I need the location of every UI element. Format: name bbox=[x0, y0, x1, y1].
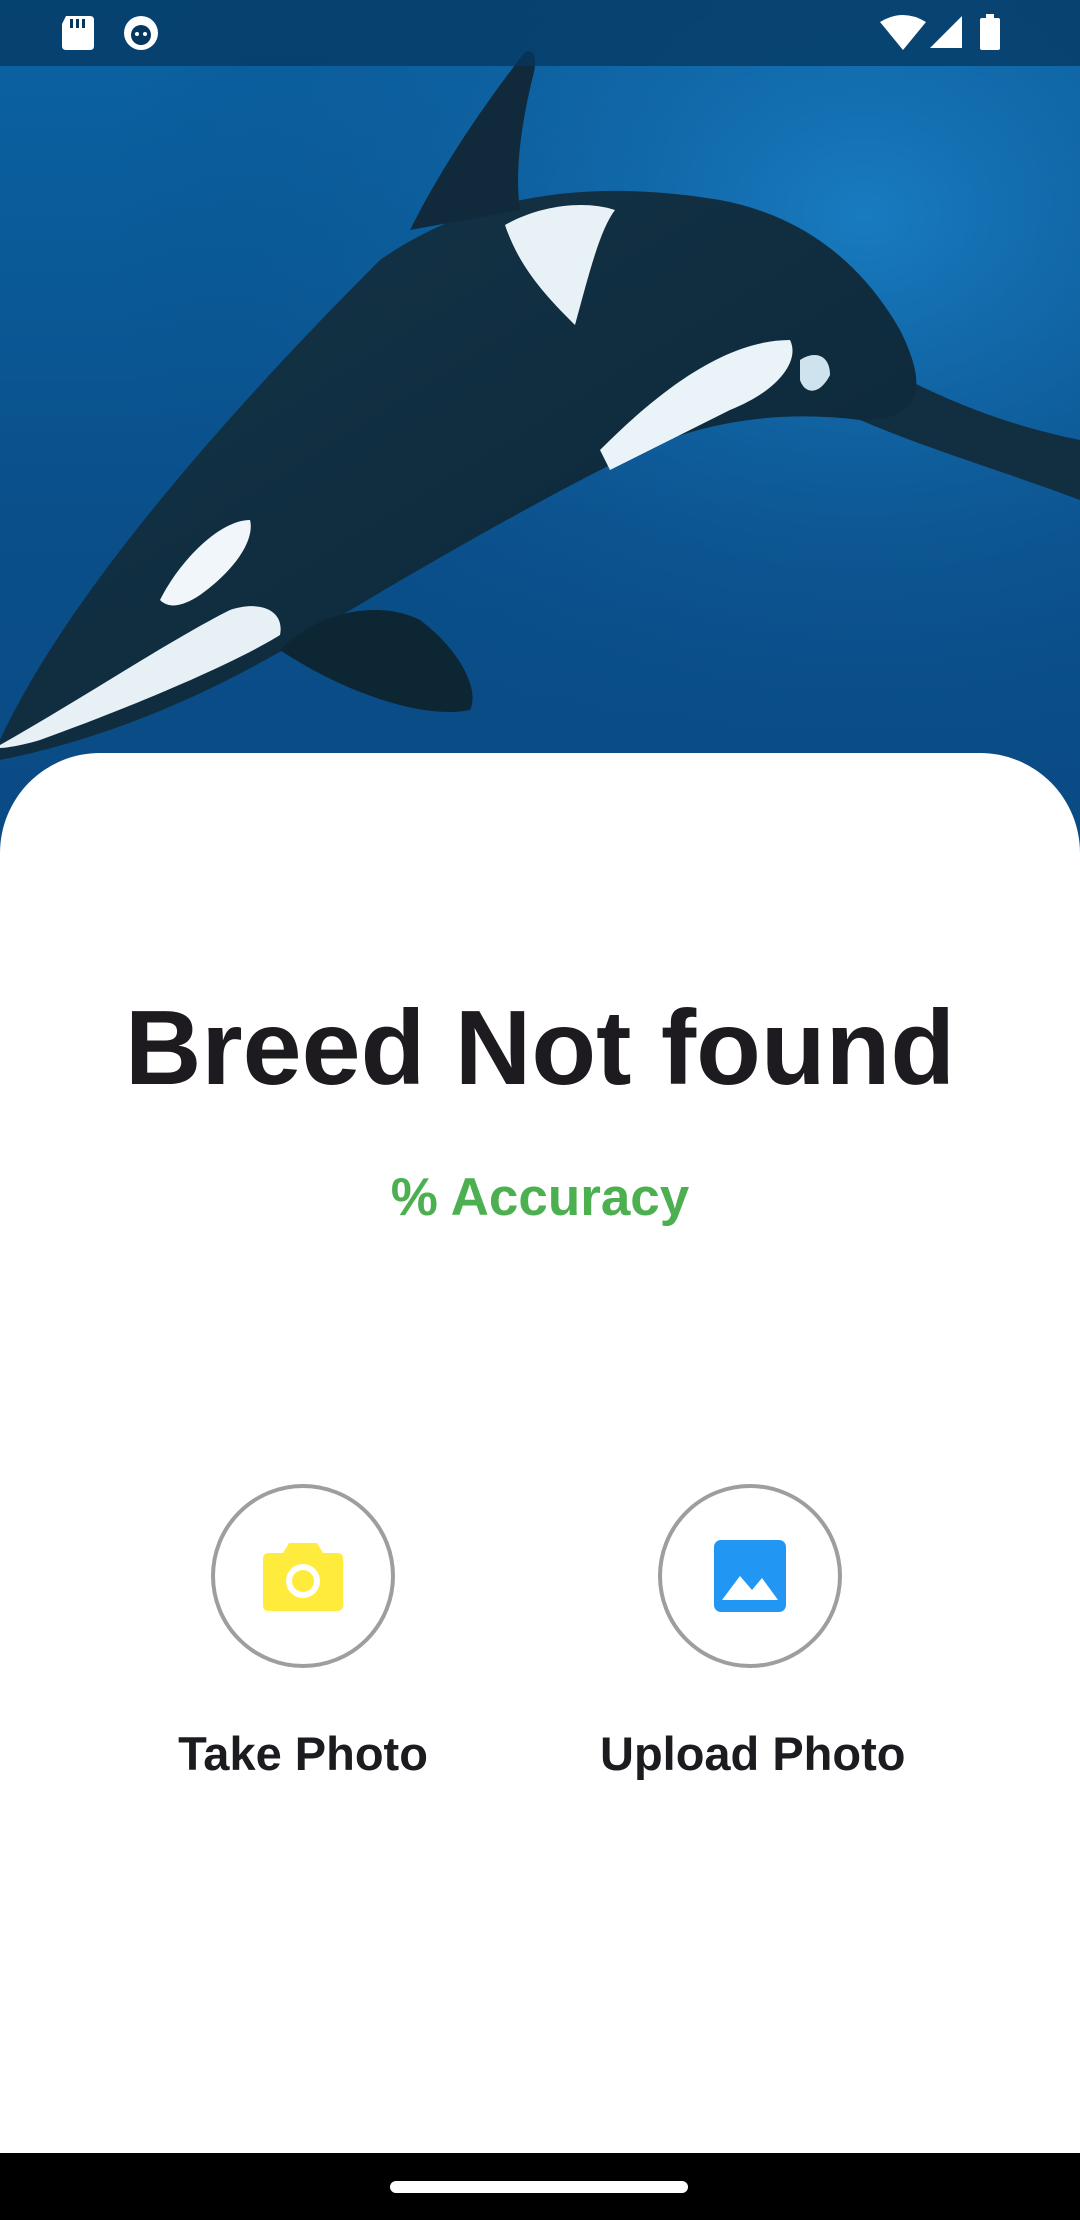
result-title: Breed Not found bbox=[124, 989, 956, 1107]
sd-card-icon bbox=[62, 16, 94, 50]
gallery-icon bbox=[714, 1540, 786, 1612]
orca-illustration bbox=[0, 0, 1080, 860]
accuracy-text: % Accuracy bbox=[390, 1168, 690, 1227]
camera-icon bbox=[263, 1543, 343, 1611]
upload-photo-action[interactable]: Upload Photo bbox=[600, 1484, 906, 1784]
home-gesture-handle[interactable] bbox=[390, 2181, 688, 2193]
take-photo-action[interactable]: Take Photo bbox=[153, 1484, 453, 1784]
wifi-icon bbox=[880, 15, 926, 50]
app-notification-icon bbox=[124, 16, 158, 50]
status-bar bbox=[0, 0, 1080, 66]
battery-icon bbox=[980, 14, 1000, 50]
take-photo-button[interactable] bbox=[211, 1484, 395, 1668]
upload-photo-button[interactable] bbox=[658, 1484, 842, 1668]
upload-photo-label: Upload Photo bbox=[600, 1727, 906, 1780]
content-sheet bbox=[0, 753, 1080, 2153]
hero-whale-image bbox=[0, 0, 1080, 860]
signal-icon bbox=[930, 16, 962, 48]
take-photo-label: Take Photo bbox=[178, 1727, 428, 1780]
